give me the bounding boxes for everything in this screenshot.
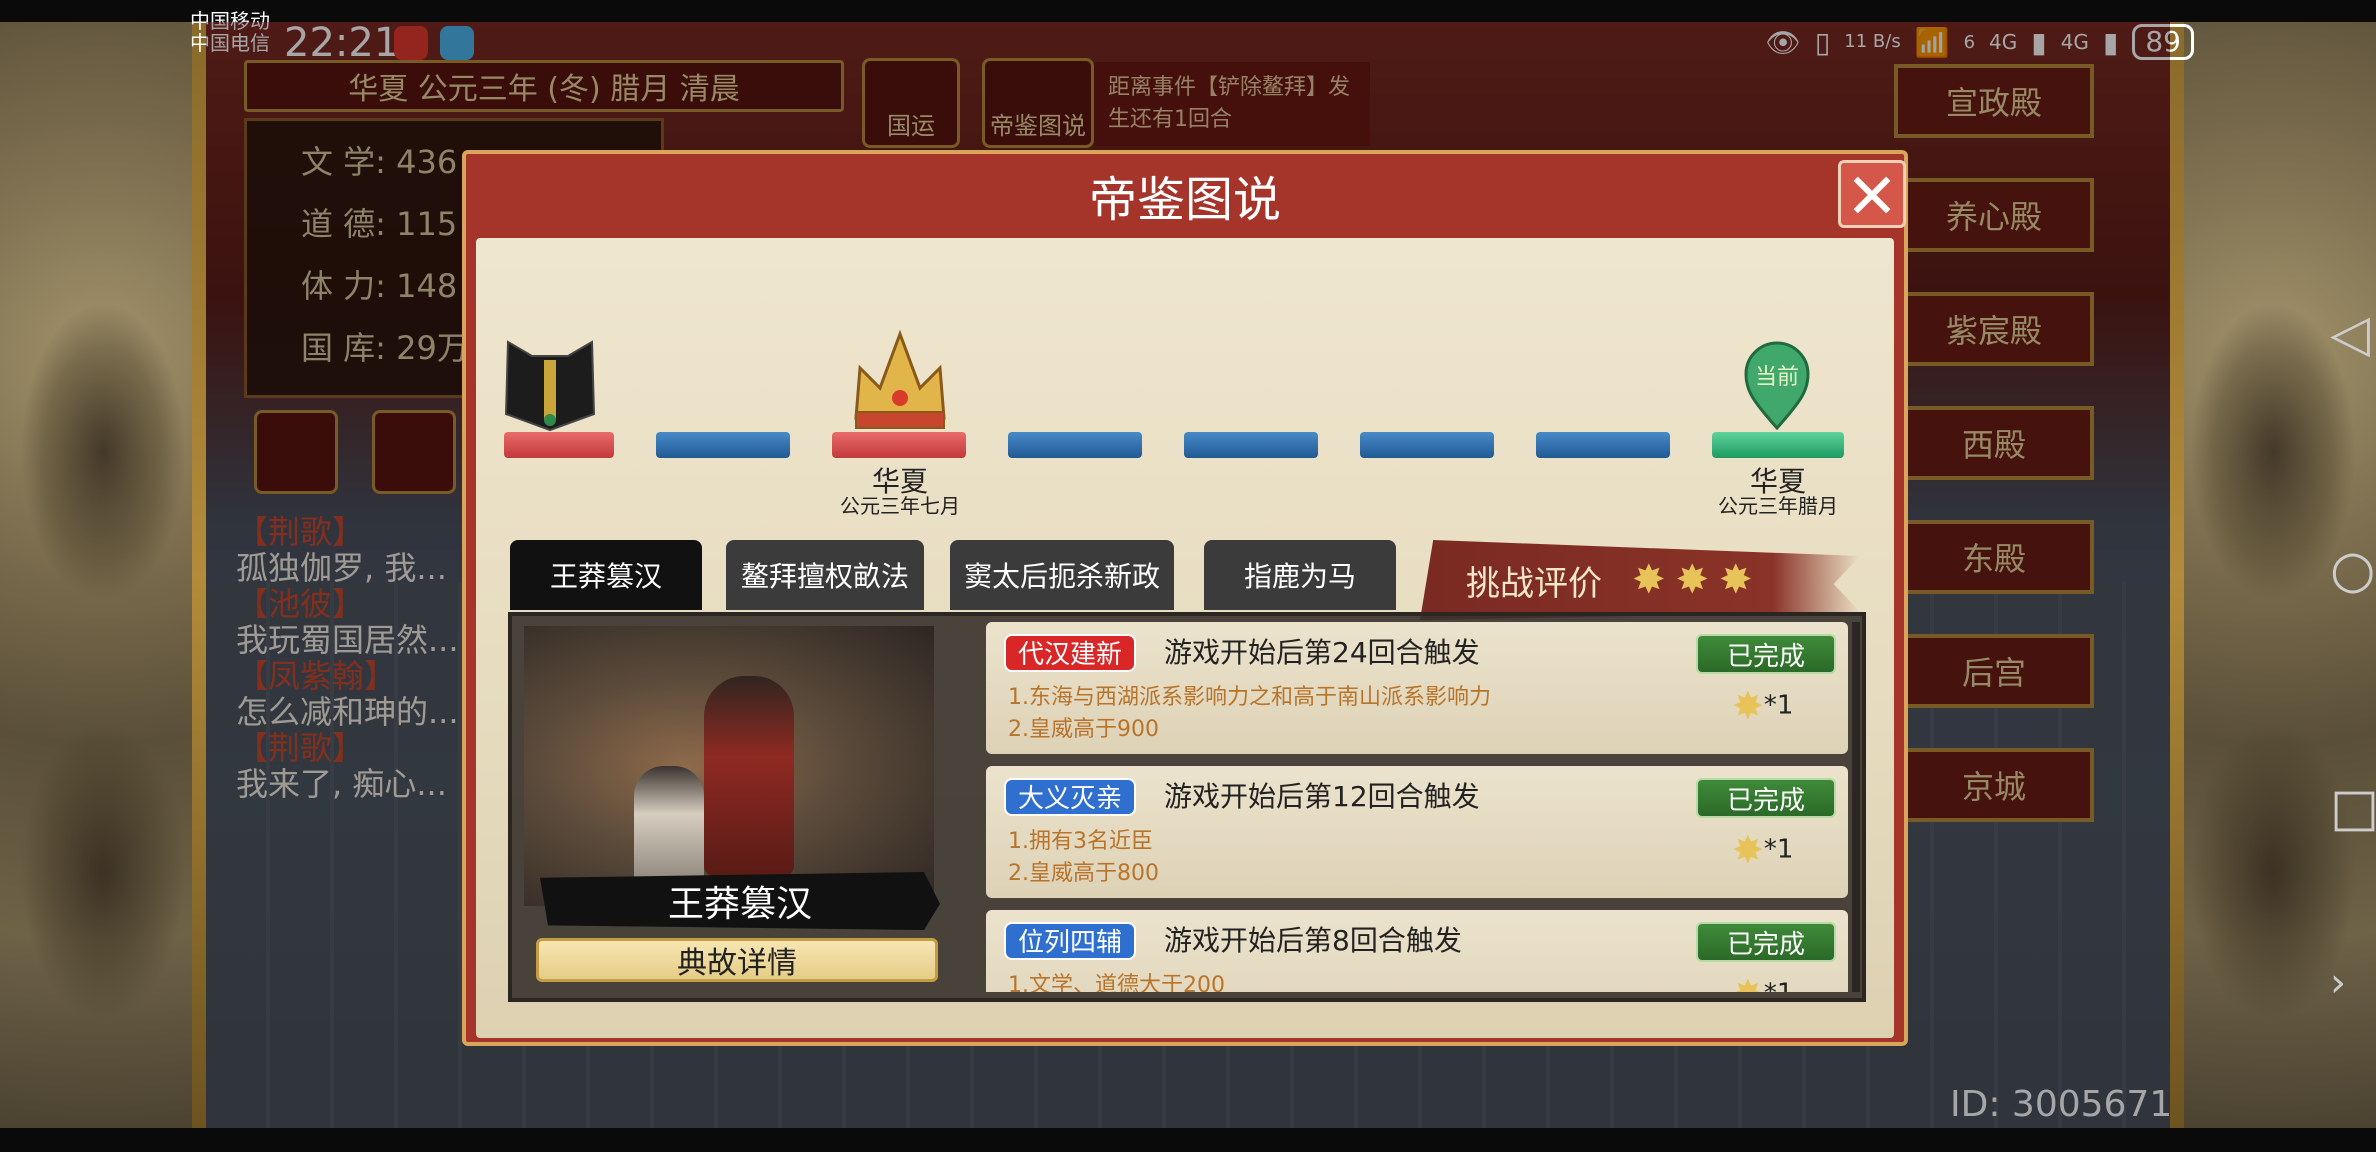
- story-illustration: [524, 626, 934, 906]
- dragon-ornament: [20, 722, 186, 1022]
- timeline-segment: [1184, 432, 1318, 458]
- event-conditions: 1.拥有3名近臣 2.皇威高于800: [1008, 826, 1159, 890]
- star-icon: ✸: [1719, 557, 1753, 603]
- timeline-segment: [1360, 432, 1494, 458]
- marker-label: 当前: [1755, 365, 1799, 390]
- current-position-marker-icon: 当前: [1744, 341, 1810, 430]
- event-tag: 大义灭亲: [1004, 778, 1137, 816]
- star-icon: ✸: [1675, 557, 1710, 603]
- bottom-bar: [0, 1128, 2376, 1152]
- close-button[interactable]: [1838, 160, 1906, 228]
- event-condition: 1.拥有3名近臣: [1008, 829, 1153, 854]
- reward-count: *1: [1764, 979, 1794, 993]
- list-item: 代汉建新 游戏开始后第24回合触发 1.东海与西湖派系影响力之和高于南山派系影响…: [986, 622, 1848, 754]
- event-tag: 位列四辅: [1004, 922, 1137, 960]
- left-dragon-panel: [0, 22, 206, 1128]
- event-list-scrollbar[interactable]: [1852, 622, 1860, 992]
- star-icon: ✸: [1732, 684, 1764, 728]
- reward-count: *1: [1763, 834, 1794, 865]
- timeline-segment: [504, 432, 614, 458]
- timeline-segment: [1712, 432, 1844, 458]
- timeline-date: 公元三年七月: [840, 494, 960, 518]
- event-trigger: 游戏开始后第24回合触发: [1164, 636, 1480, 669]
- tab-dou-taihou[interactable]: 窦太后扼杀新政: [950, 540, 1174, 610]
- event-condition: 1.东海与西湖派系影响力之和高于南山派系影响力: [1008, 685, 1491, 710]
- timeline-segment: [1008, 432, 1142, 458]
- helmet-icon: [504, 340, 596, 432]
- event-trigger: 游戏开始后第12回合触发: [1164, 780, 1480, 813]
- tab-wangmang[interactable]: 王莽篡汉: [510, 540, 702, 610]
- rating-label: 挑战评价: [1466, 563, 1602, 604]
- event-trigger: 游戏开始后第8回合触发: [1164, 924, 1462, 957]
- event-status-badge: 已完成: [1696, 922, 1836, 962]
- recents-nav-icon[interactable]: □: [2330, 778, 2376, 838]
- list-item: 位列四辅 游戏开始后第8回合触发 1.文学、道德大于200 已完成 ✸*1: [986, 910, 1848, 992]
- crown-icon: [854, 329, 946, 429]
- back-nav-icon[interactable]: ◁: [2330, 304, 2370, 364]
- star-icon: ✸: [1732, 828, 1764, 872]
- reward-count: *1: [1763, 690, 1794, 721]
- tab-zhilu-weima[interactable]: 指鹿为马: [1204, 540, 1396, 610]
- event-reward: ✸*1: [1732, 828, 1793, 872]
- story-detail-button[interactable]: 典故详情: [536, 938, 938, 982]
- story-title: 王莽篡汉: [540, 872, 940, 930]
- event-condition: 2.皇威高于900: [1008, 717, 1159, 742]
- event-tag: 代汉建新: [1004, 634, 1137, 672]
- dragon-ornament: [20, 302, 186, 602]
- event-condition: 1.文学、道德大于200: [1008, 973, 1225, 992]
- list-item: 大义灭亲 游戏开始后第12回合触发 1.拥有3名近臣 2.皇威高于800 已完成…: [986, 766, 1848, 898]
- event-condition: 2.皇威高于800: [1008, 861, 1159, 886]
- event-reward: ✸*1: [1732, 972, 1793, 992]
- tab-aobai[interactable]: 鳌拜擅权畝法: [726, 540, 924, 610]
- illustration-figure: [704, 676, 794, 876]
- star-icon: ✸: [1732, 972, 1764, 992]
- screen: 华夏 公元三年 (冬) 腊月 清晨 文 学: 436 道 德: 115 体 力:…: [0, 0, 2376, 1152]
- event-status-badge: 已完成: [1696, 634, 1836, 674]
- event-conditions: 1.文学、道德大于200: [1008, 970, 1225, 992]
- event-reward: ✸*1: [1732, 684, 1793, 728]
- expand-nav-icon[interactable]: ›: [2330, 960, 2346, 1006]
- modal-title: 帝鉴图说: [1088, 172, 1281, 228]
- timeline-date: 公元三年腊月: [1718, 494, 1838, 518]
- home-nav-icon[interactable]: ○: [2330, 540, 2375, 600]
- event-status-badge: 已完成: [1696, 778, 1836, 818]
- event-list[interactable]: 代汉建新 游戏开始后第24回合触发 1.东海与西湖派系影响力之和高于南山派系影响…: [986, 620, 1850, 992]
- timeline-segment: [656, 432, 790, 458]
- star-icon: ✸: [1632, 557, 1666, 603]
- timeline-segment: [1536, 432, 1670, 458]
- event-conditions: 1.东海与西湖派系影响力之和高于南山派系影响力 2.皇威高于900: [1008, 682, 1491, 746]
- illustration-figure: [634, 766, 704, 886]
